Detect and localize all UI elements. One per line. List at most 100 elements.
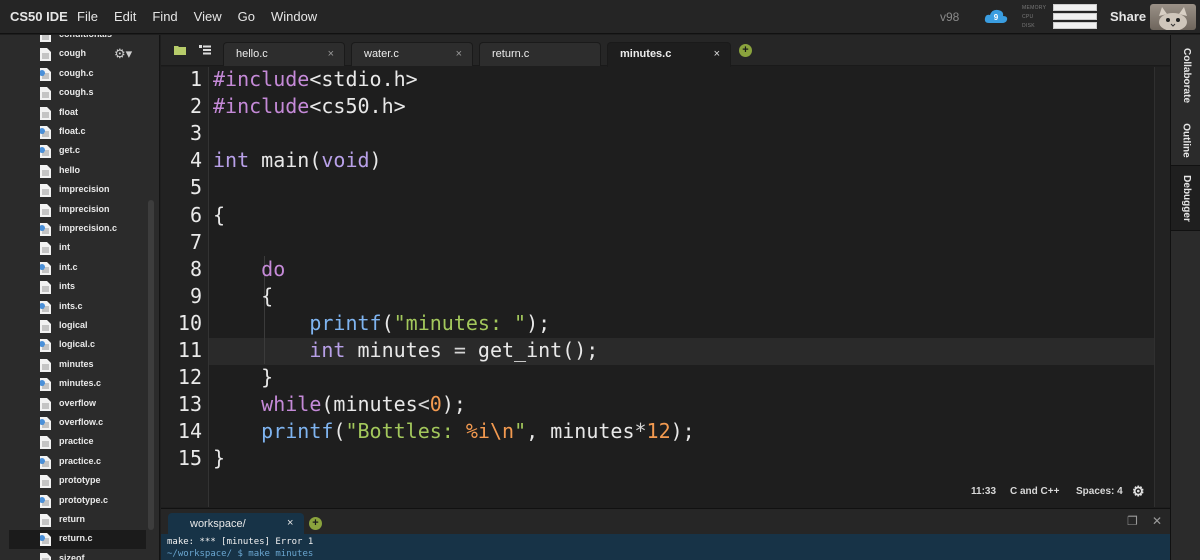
code-line[interactable]: do [213,257,285,284]
file-tree-item-label: cough.s [59,87,94,98]
file-tree-item[interactable]: return [0,511,159,530]
tab-collaborate[interactable]: Collaborate [1171,35,1200,115]
code-token: ); [670,419,695,444]
code-line[interactable]: #include<stdio.h> [213,67,418,94]
app-title[interactable]: CS50 IDE [10,9,68,24]
close-icon[interactable]: × [287,517,293,529]
code-line[interactable]: #include<cs50.h> [213,94,406,121]
file-tree-item[interactable]: minutes [0,356,159,375]
file-tree-item[interactable]: ints [0,278,159,297]
editor-scrollbar[interactable] [1154,67,1170,507]
disk-label: DISK [1022,22,1035,29]
file-tree-scrollbar[interactable] [148,200,154,530]
file-tree-item[interactable]: sizeof [0,550,159,560]
file-tree-item[interactable]: return.c [0,530,159,550]
file-tree-item[interactable]: minutes.c [0,375,159,394]
code-token: { [213,283,274,308]
file-doc-icon [40,358,51,372]
code-line[interactable]: } [213,446,225,473]
close-icon[interactable]: × [456,48,462,60]
close-icon[interactable]: × [714,48,720,60]
gear-icon[interactable]: ⚙▾ [114,46,132,62]
avatar[interactable] [1150,4,1196,30]
file-tree-item[interactable]: logical [0,317,159,336]
file-tree-item[interactable]: practice [0,433,159,452]
file-tree-item[interactable]: prototype [0,472,159,491]
file-tree-item[interactable]: prototype.c [0,492,159,511]
gear-icon[interactable]: ⚙ [1132,483,1145,500]
file-tree-item[interactable]: imprecision [0,201,159,220]
cursor-position[interactable]: 11:33 [971,486,996,497]
file-tree-item[interactable]: hello [0,162,159,181]
file-c-icon [40,300,51,314]
file-tree-item[interactable]: imprecision [0,181,159,200]
code-token: printf [309,310,382,335]
close-icon[interactable]: ✕ [1152,514,1162,528]
file-tree-item[interactable]: float [0,104,159,123]
add-tab-icon[interactable]: + [739,44,752,57]
language-mode[interactable]: C and C++ [1010,486,1059,497]
file-tree-item[interactable]: float.c [0,123,159,142]
code-line[interactable]: { [213,203,225,230]
code-line[interactable]: int main(void) [213,148,382,175]
file-tree-item-label: sizeof [59,552,85,560]
file-tree-item[interactable]: cough.c [0,65,159,84]
tab-outline[interactable]: Outline [1171,115,1200,165]
file-tree-item[interactable]: imprecision.c [0,220,159,239]
tab-return-c[interactable]: return.c [479,42,601,66]
file-tree-item[interactable]: get.c [0,142,159,161]
file-tree-item-label: cough [59,48,86,59]
code-token: <stdio.h> [309,67,418,91]
line-number: 8 [189,256,202,281]
cpu-label: CPU [1022,13,1034,20]
share-button[interactable]: Share [1110,9,1146,24]
file-tree-item-label: return.c [59,533,93,544]
terminal-tab-workspace[interactable]: workspace/ × [168,513,304,535]
code-editor[interactable]: 1 2 3 4 5 6 7 8 9 10 11 12 13 14 15 #include<stdio.h> #… [161,67,1170,507]
file-tree-item[interactable]: ints.c [0,298,159,317]
maximize-icon[interactable]: ❐ [1127,514,1138,528]
code-line[interactable]: { [213,284,273,311]
menu-find[interactable]: Find [152,9,177,24]
add-terminal-icon[interactable]: + [309,517,322,530]
file-tree-item-label: overflow.c [59,417,104,427]
menu-edit[interactable]: Edit [114,9,136,24]
file-tree-item-label: prototype [59,475,101,486]
tab-hello-c[interactable]: hello.c × [223,42,345,66]
tab-water-c[interactable]: water.c × [351,42,473,66]
file-tree-item[interactable]: practice.c [0,453,159,472]
terminal-output[interactable]: make: *** [minutes] Error 1 ~/workspace/… [161,534,1170,560]
file-tree-icon[interactable] [199,45,211,55]
cloud-icon[interactable]: 9 [984,8,1008,24]
code-line[interactable]: } [213,365,273,392]
line-number: 3 [189,121,202,146]
file-c-icon [40,261,51,275]
file-tree-item[interactable]: conditionals [0,35,159,45]
folder-icon[interactable] [174,45,186,55]
terminal-line: ~/workspace/ $ make minutes [167,549,314,559]
file-doc-icon [40,514,51,527]
menu-view[interactable]: View [194,9,222,24]
tab-label: hello.c [236,48,268,60]
line-number: 6 [189,202,202,227]
tab-debugger[interactable]: Debugger [1171,165,1200,231]
menu-file[interactable]: File [77,9,98,24]
file-tree-item[interactable]: int.c [0,259,159,278]
file-tree-item[interactable]: overflow.c [0,414,159,433]
tab-minutes-c[interactable]: minutes.c × [607,42,731,67]
indent-setting[interactable]: Spaces: 4 [1076,486,1123,497]
terminal-line: make: *** [minutes] Error 1 [167,537,314,547]
file-tree-item[interactable]: logical.c [0,336,159,355]
file-tree-item[interactable]: cough.s [0,84,159,103]
close-icon[interactable]: × [328,48,334,60]
file-tree-item[interactable]: cough [0,45,159,64]
cloud-count: 9 [994,13,999,22]
menu-window[interactable]: Window [271,9,317,24]
code-line[interactable]: int minutes = get_int(); [213,338,598,365]
file-tree-item[interactable]: overflow [0,395,159,414]
code-line[interactable]: printf("Bottles: %i\n", minutes*12); [213,419,695,446]
file-tree-item[interactable]: int [0,239,159,258]
menu-go[interactable]: Go [238,9,255,24]
code-line[interactable]: while(minutes<0); [213,392,466,419]
code-line[interactable]: printf("minutes: "); [213,311,550,338]
